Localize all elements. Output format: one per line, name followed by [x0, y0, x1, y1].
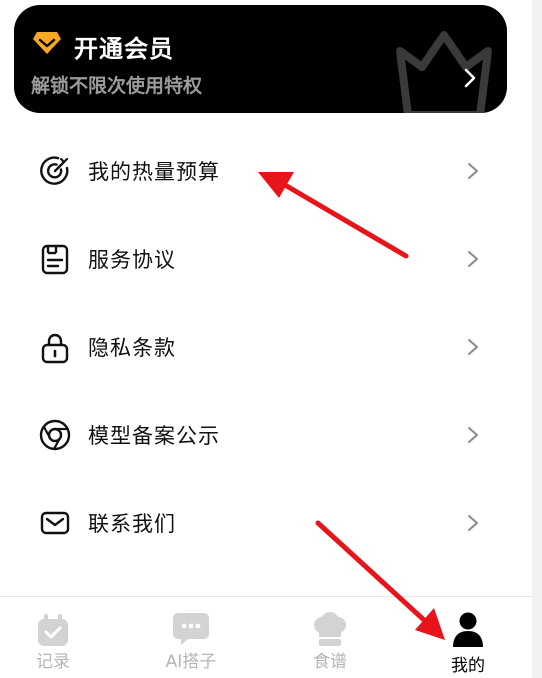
chevron-right-icon	[468, 251, 478, 267]
chevron-right-icon	[468, 163, 478, 179]
menu-item-calorie-budget[interactable]: 我的热量预算	[0, 128, 532, 216]
bottom-tab-bar: 记录 AI搭子 食谱 我的	[0, 596, 532, 678]
chevron-right-icon	[468, 427, 478, 443]
chef-hat-icon	[314, 612, 346, 646]
calendar-check-icon	[38, 614, 68, 646]
menu-item-contact-us[interactable]: 联系我们	[0, 480, 532, 568]
mail-icon	[40, 511, 70, 535]
tab-ai-buddy[interactable]: AI搭子	[136, 597, 246, 678]
menu-label-privacy: 隐私条款	[88, 336, 176, 360]
scrollbar-track	[532, 0, 542, 678]
target-icon	[40, 156, 69, 185]
crown-watermark-icon	[396, 31, 492, 113]
tab-record[interactable]: 记录	[0, 597, 108, 678]
menu-label-model-filing: 模型备案公示	[88, 424, 220, 448]
menu-item-privacy[interactable]: 隐私条款	[0, 304, 532, 392]
tab-label-record: 记录	[36, 652, 70, 672]
chevron-right-icon	[468, 339, 478, 355]
menu-label-calorie-budget: 我的热量预算	[88, 160, 220, 184]
vip-title: 开通会员	[74, 35, 174, 63]
profile-page: 开通会员 解锁不限次使用特权 我的热量预算 服务协议 隐私条款 模型备案公示 联…	[0, 0, 542, 678]
tab-recipes[interactable]: 食谱	[275, 597, 385, 678]
tab-label-ai-buddy: AI搭子	[165, 652, 217, 672]
chat-bubble-icon	[173, 613, 209, 645]
menu-label-contact-us: 联系我们	[88, 512, 176, 536]
chevron-right-icon	[464, 68, 476, 88]
menu-label-service-agreement: 服务协议	[88, 248, 176, 272]
menu-item-service-agreement[interactable]: 服务协议	[0, 216, 532, 304]
vip-banner[interactable]: 开通会员 解锁不限次使用特权	[14, 5, 507, 113]
vip-subtitle: 解锁不限次使用特权	[31, 75, 203, 97]
lock-icon	[41, 333, 69, 364]
tab-mine[interactable]: 我的	[413, 597, 523, 678]
tab-label-mine: 我的	[451, 656, 485, 676]
menu-item-model-filing[interactable]: 模型备案公示	[0, 392, 532, 480]
document-icon	[41, 244, 69, 275]
diamond-icon	[33, 32, 61, 54]
tab-label-recipes: 食谱	[313, 652, 347, 672]
chevron-right-icon	[468, 515, 478, 531]
aperture-icon	[39, 419, 71, 451]
person-icon	[453, 612, 483, 647]
